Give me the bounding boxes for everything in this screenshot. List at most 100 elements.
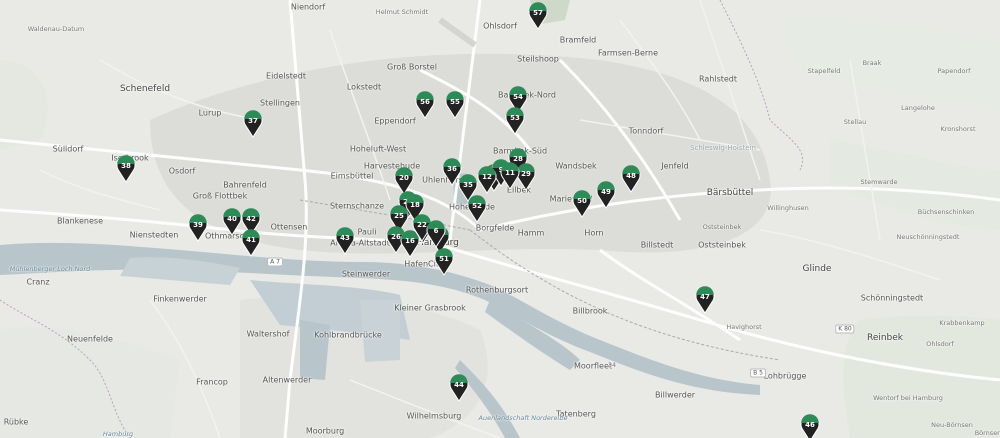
place-label: Stemwarde: [860, 178, 898, 186]
place-label: Rübke: [3, 417, 29, 427]
map-pin-marker[interactable]: 50: [572, 190, 592, 218]
place-label: Borgfelde: [475, 223, 515, 233]
place-label: Reinbek: [866, 333, 904, 343]
marker-number: 40: [227, 215, 237, 223]
marker-number: 51: [439, 255, 449, 263]
map-pin-marker[interactable]: 48: [621, 165, 641, 193]
place-label: Börnsen: [974, 429, 1000, 437]
place-label: Ohlsdorf: [926, 340, 954, 348]
map-pin-marker[interactable]: 37: [243, 110, 263, 138]
place-label: Oststeinbek: [702, 223, 742, 231]
place-label: 34: [607, 361, 617, 369]
place-label: Oststeinbek: [698, 240, 746, 250]
place-label: Hamm: [517, 228, 545, 238]
marker-number: 12: [482, 173, 492, 181]
marker-number: 38: [121, 162, 131, 170]
place-label: Willinghusen: [767, 204, 809, 212]
place-label: Hoheluft-West: [349, 144, 407, 154]
place-label: Kohlbrandbrücke: [314, 330, 382, 340]
place-label: Eimsbüttel: [330, 171, 374, 181]
marker-number: 55: [450, 98, 460, 106]
place-label: Eidelstedt: [266, 71, 306, 81]
place-label: A 7: [267, 257, 283, 267]
marker-number: 43: [340, 234, 350, 242]
place-label: Farmsen-Berne: [597, 48, 659, 58]
map-pin-marker[interactable]: 47: [695, 286, 715, 314]
place-label: Eppendorf: [374, 116, 416, 126]
map-pin-marker[interactable]: 52: [467, 195, 487, 223]
place-label: Bramfeld: [559, 35, 597, 45]
map-pin-marker[interactable]: 40: [222, 208, 242, 236]
map-pin-marker[interactable]: 57: [528, 2, 548, 30]
marker-number: 35: [463, 181, 473, 189]
place-label: Langelohe: [901, 104, 935, 112]
map-pin-marker[interactable]: 39: [188, 214, 208, 242]
map-view[interactable]: Niendorf Helmut Schmidt Ohlsdorf Waldenau-D…: [0, 0, 1000, 438]
map-pin-marker[interactable]: 44: [449, 374, 469, 402]
marker-number: 20: [399, 174, 409, 182]
place-label: Rahlstedt: [698, 74, 738, 84]
marker-number: 41: [246, 236, 256, 244]
marker-number: 49: [601, 188, 611, 196]
place-label: Pauli: [357, 227, 377, 237]
marker-number: 18: [410, 201, 420, 209]
place-label: Braak: [862, 59, 882, 67]
basemap: [0, 0, 1000, 438]
place-label: Helmut Schmidt: [375, 8, 429, 16]
place-label: Havighorst: [726, 323, 762, 331]
place-label: Ohlsdorf: [483, 21, 517, 31]
place-label: Lohbrügge: [763, 371, 807, 381]
map-pin-marker[interactable]: 55: [445, 91, 465, 119]
place-label: Horn: [584, 228, 604, 238]
marker-number: 11: [505, 169, 515, 177]
map-pin-marker[interactable]: 46: [800, 414, 820, 438]
map-pin-marker[interactable]: 56: [415, 91, 435, 119]
place-label: Wentorf bei Hamburg: [873, 394, 943, 402]
place-label: Tonndorf: [628, 126, 664, 136]
map-pin-marker[interactable]: 53: [505, 107, 525, 135]
map-pin-marker[interactable]: 38: [116, 155, 136, 183]
map-pin-marker[interactable]: 11: [500, 162, 520, 190]
place-label: Rothenburgsort: [465, 285, 529, 295]
place-label: Groß Flottbek: [192, 191, 248, 201]
place-label: Neu-Börnsen: [931, 421, 973, 429]
place-label: Altenwerder: [262, 375, 312, 385]
marker-number: 47: [700, 293, 710, 301]
place-label: Stapelfeld: [807, 67, 841, 75]
map-pin-marker[interactable]: 6: [426, 220, 446, 248]
place-label: Sülldorf: [52, 144, 84, 154]
place-label: Krabbenkamp: [939, 319, 985, 327]
marker-number: 57: [533, 9, 543, 17]
marker-number: 50: [577, 197, 587, 205]
place-label: Stellau: [843, 118, 867, 126]
place-label: Steinwerder: [341, 269, 391, 279]
marker-number: 36: [447, 165, 457, 173]
map-pin-marker[interactable]: 12: [477, 166, 497, 194]
place-label: Schleswig-Holstein: [690, 144, 756, 152]
place-label: Hamburg: [102, 430, 134, 438]
marker-number: 6: [433, 227, 439, 235]
place-label: Moorfleet: [574, 361, 612, 371]
place-label: Nienstedten: [129, 230, 179, 240]
place-label: Francop: [196, 377, 228, 387]
map-pin-marker[interactable]: 51: [434, 248, 454, 276]
map-pin-marker[interactable]: 41: [241, 229, 261, 257]
marker-number: 42: [246, 215, 256, 223]
place-label: Bahrenfeld: [223, 180, 267, 190]
place-label: Lokstedt: [346, 82, 382, 92]
marker-number: 37: [248, 117, 258, 125]
place-label: Niendorf: [290, 2, 326, 12]
marker-number: 39: [193, 221, 203, 229]
place-label: Wilhelmsburg: [406, 411, 462, 421]
map-pin-marker[interactable]: 49: [596, 181, 616, 209]
place-label: Neuenfelde: [67, 334, 113, 344]
place-label: Auenlandschaft Norderelbe: [478, 414, 568, 422]
marker-number: 48: [626, 172, 636, 180]
place-label: Waltershof: [246, 329, 290, 339]
marker-number: 44: [454, 381, 464, 389]
place-label: Mühlenberger Loch Nord: [9, 265, 91, 273]
place-label: Glinde: [802, 264, 832, 274]
place-label: Büchsenschinken: [917, 208, 975, 216]
map-pin-marker[interactable]: 43: [335, 227, 355, 255]
place-label: Billwerder: [654, 390, 696, 400]
